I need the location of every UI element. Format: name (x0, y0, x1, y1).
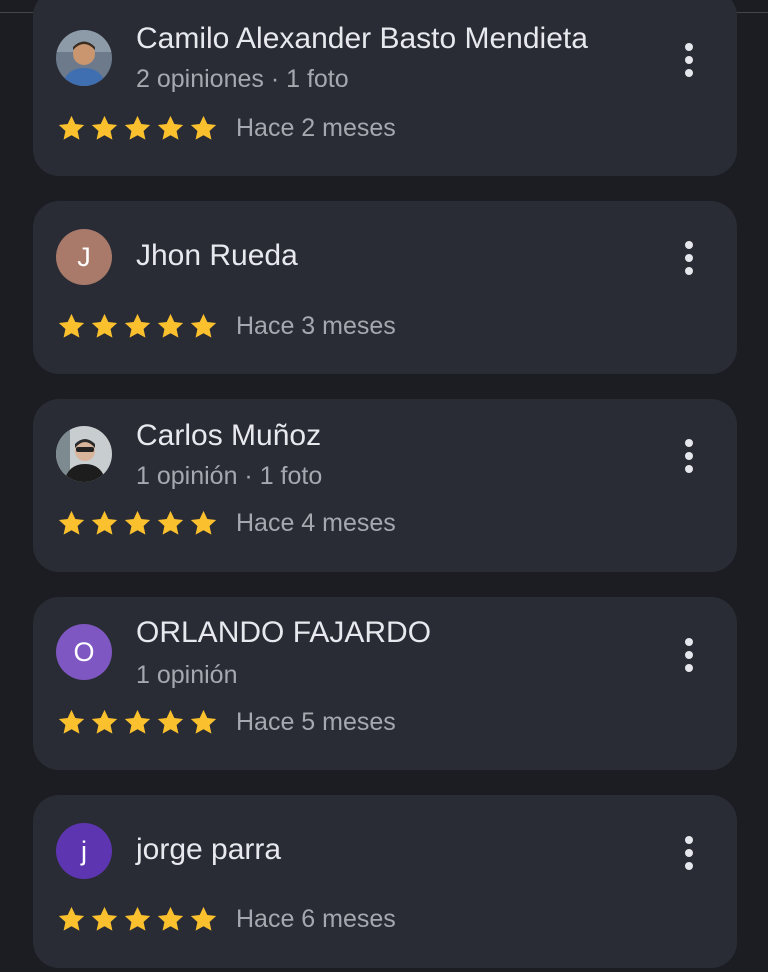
more-vert-icon-dot (685, 862, 693, 870)
reviewer-meta: 1 opinión (136, 661, 238, 689)
avatar-letter: J (77, 241, 91, 272)
review-date: Hace 3 meses (236, 312, 396, 340)
more-vert-icon-dot (685, 849, 693, 857)
reviewer-name[interactable]: ORLANDO FAJARDO (136, 615, 431, 651)
more-vert-icon-dot (685, 664, 693, 672)
avatar-letter: j (81, 835, 87, 866)
star-rating (56, 508, 221, 539)
reviewer-avatar[interactable] (56, 426, 112, 482)
star-rating (56, 113, 221, 144)
star-icon (157, 115, 184, 140)
user-photo-icon (56, 426, 112, 482)
review-card: Camilo Alexander Basto Mendieta 2 opinio… (33, 0, 737, 176)
review-date: Hace 6 meses (236, 905, 396, 933)
reviewer-avatar[interactable] (56, 30, 112, 86)
star-icon (190, 709, 217, 734)
star-icon (58, 115, 85, 140)
star-icon (124, 115, 151, 140)
reviewer-name[interactable]: Carlos Muñoz (136, 418, 321, 454)
star-icon (91, 510, 118, 535)
reviewer-avatar[interactable]: J (56, 229, 112, 285)
more-vert-icon-dot (685, 56, 693, 64)
star-icon (157, 313, 184, 338)
avatar-letter: O (73, 636, 95, 667)
star-icon (91, 115, 118, 140)
user-photo-icon (56, 30, 112, 86)
more-vert-icon-dot (685, 69, 693, 77)
more-options-button[interactable] (669, 629, 709, 681)
star-icon (190, 906, 217, 931)
rating-row: Hace 5 meses (56, 706, 396, 738)
more-vert-icon (685, 836, 693, 844)
rating-row: Hace 2 meses (56, 112, 396, 144)
star-icon (157, 510, 184, 535)
review-date: Hace 2 meses (236, 114, 396, 142)
review-date: Hace 5 meses (236, 708, 396, 736)
star-icon (91, 906, 118, 931)
rating-row: Hace 6 meses (56, 903, 396, 935)
more-options-button[interactable] (669, 232, 709, 284)
rating-row: Hace 3 meses (56, 310, 396, 342)
review-card: Carlos Muñoz 1 opinión · 1 foto Hace 4 m… (33, 399, 737, 572)
more-vert-icon (685, 241, 693, 249)
more-vert-icon-dot (685, 254, 693, 262)
more-options-button[interactable] (669, 827, 709, 879)
star-icon (190, 115, 217, 140)
star-icon (124, 510, 151, 535)
star-icon (157, 709, 184, 734)
star-icon (91, 313, 118, 338)
star-icon (58, 510, 85, 535)
more-options-button[interactable] (669, 430, 709, 482)
reviewer-name[interactable]: Jhon Rueda (136, 238, 298, 274)
more-vert-icon (685, 43, 693, 51)
star-rating (56, 311, 221, 342)
star-rating (56, 707, 221, 738)
star-icon (157, 906, 184, 931)
more-vert-icon-dot (685, 465, 693, 473)
more-vert-icon-dot (685, 452, 693, 460)
more-vert-icon (685, 638, 693, 646)
reviewer-meta: 2 opiniones · 1 foto (136, 65, 349, 93)
more-vert-icon-dot (685, 651, 693, 659)
star-rating (56, 904, 221, 935)
star-icon (124, 313, 151, 338)
reviewer-avatar[interactable]: j (56, 823, 112, 879)
star-icon (58, 906, 85, 931)
star-icon (124, 709, 151, 734)
review-card: J Jhon Rueda Hace 3 meses (33, 201, 737, 374)
star-icon (124, 906, 151, 931)
review-card: O ORLANDO FAJARDO 1 opinión Hace 5 meses (33, 597, 737, 770)
more-vert-icon (685, 439, 693, 447)
star-icon (190, 510, 217, 535)
reviewer-name[interactable]: jorge parra (136, 832, 281, 868)
reviewer-name[interactable]: Camilo Alexander Basto Mendieta (136, 21, 588, 57)
reviewer-avatar[interactable]: O (56, 624, 112, 680)
reviewer-meta: 1 opinión · 1 foto (136, 462, 323, 490)
rating-row: Hace 4 meses (56, 507, 396, 539)
star-icon (91, 709, 118, 734)
review-card: j jorge parra Hace 6 meses (33, 795, 737, 968)
star-icon (58, 709, 85, 734)
star-icon (58, 313, 85, 338)
star-icon (190, 313, 217, 338)
review-date: Hace 4 meses (236, 509, 396, 537)
more-options-button[interactable] (669, 34, 709, 86)
more-vert-icon-dot (685, 267, 693, 275)
